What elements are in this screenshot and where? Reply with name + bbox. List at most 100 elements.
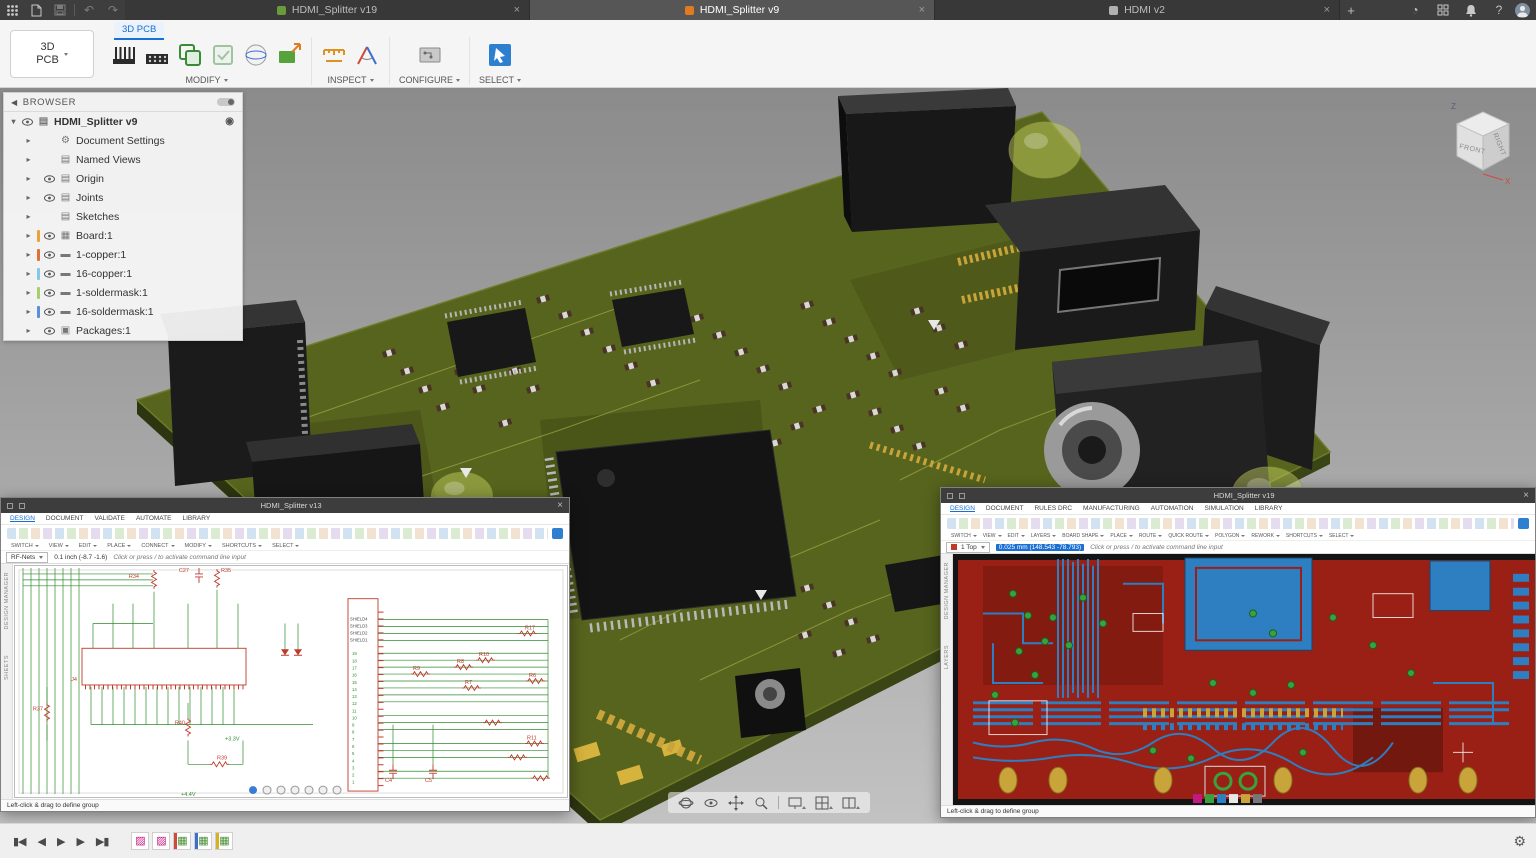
tool-group-label[interactable]: SELECT bbox=[1329, 533, 1354, 539]
side-tab-design-manager[interactable]: DESIGN MANAGER bbox=[944, 562, 950, 619]
select-icon[interactable] bbox=[487, 42, 513, 68]
group-label-configure[interactable]: CONFIGURE bbox=[399, 75, 460, 85]
browser-tree-row[interactable]: ▸ ⚙ Document Settings bbox=[4, 131, 242, 150]
zoom-icon[interactable] bbox=[753, 795, 769, 811]
select-icon[interactable] bbox=[1518, 518, 1529, 529]
browser-tree-row[interactable]: ▸ ▬ 1-soldermask:1 bbox=[4, 283, 242, 302]
tool-group-label[interactable]: SWITCH bbox=[951, 533, 977, 539]
close-icon[interactable]: × bbox=[557, 500, 563, 511]
pcb-2d-window[interactable]: HDMI_Splitter v19 × DESIGNDOCUMENTRULES … bbox=[940, 487, 1536, 818]
history-icon[interactable]: ◔ bbox=[1403, 0, 1427, 20]
window-menu-icon[interactable] bbox=[947, 493, 953, 499]
side-tab-sheets[interactable]: SHEETS bbox=[4, 655, 10, 680]
schematic-titlebar[interactable]: HDMI_Splitter v13 × bbox=[1, 498, 569, 513]
sphere-view-icon[interactable] bbox=[243, 42, 269, 68]
browser-tree-row[interactable]: ▸ ▤ Origin bbox=[4, 169, 242, 188]
workspace-switcher[interactable]: 3D PCB bbox=[10, 30, 94, 78]
command-line-input[interactable] bbox=[113, 554, 564, 561]
pcb-menu-tab[interactable]: DOCUMENT bbox=[986, 505, 1024, 512]
disclosure-collapsed-icon[interactable]: ▸ bbox=[24, 136, 33, 145]
disclosure-collapsed-icon[interactable]: ▸ bbox=[24, 155, 33, 164]
paste-component-icon[interactable] bbox=[210, 42, 236, 68]
timeline-feature-marker[interactable]: ▦ bbox=[173, 832, 191, 850]
visibility-eye-icon[interactable] bbox=[44, 327, 55, 335]
app-grid-icon[interactable] bbox=[0, 0, 24, 20]
viewport-navbar[interactable] bbox=[668, 792, 870, 813]
visibility-eye-icon[interactable] bbox=[44, 270, 55, 278]
browser-tree-row[interactable]: ▸ ▣ Packages:1 bbox=[4, 321, 242, 340]
net-class-dropdown[interactable]: RF-Nets bbox=[6, 552, 48, 563]
pcb-menu-tab[interactable]: AUTOMATION bbox=[1151, 505, 1194, 512]
tool-group-label[interactable]: PLACE bbox=[1110, 533, 1132, 539]
disclosure-collapsed-icon[interactable]: ▸ bbox=[24, 307, 33, 316]
collapse-panel-icon[interactable]: ◀ bbox=[11, 98, 18, 107]
timeline-feature-marker[interactable]: ▦ bbox=[215, 832, 233, 850]
socket-connector-icon[interactable] bbox=[144, 42, 170, 68]
visibility-eye-icon[interactable] bbox=[44, 175, 55, 183]
document-tab[interactable]: HDMI v2 × bbox=[935, 0, 1340, 20]
notifications-icon[interactable] bbox=[1459, 0, 1483, 20]
configure-board-icon[interactable] bbox=[417, 42, 443, 68]
disclosure-collapsed-icon[interactable]: ▸ bbox=[24, 288, 33, 297]
visibility-eye-icon[interactable] bbox=[22, 118, 33, 126]
timeline-feature-marker[interactable]: ▦ bbox=[194, 832, 212, 850]
browser-tree-row[interactable]: ▸ ▬ 16-soldermask:1 bbox=[4, 302, 242, 321]
apps-icon[interactable] bbox=[1431, 0, 1455, 20]
interference-icon[interactable] bbox=[354, 42, 380, 68]
disclosure-collapsed-icon[interactable]: ▸ bbox=[24, 231, 33, 240]
schematic-menu-tab[interactable]: DESIGN bbox=[10, 515, 35, 522]
play-button[interactable]: ▶ bbox=[54, 835, 67, 848]
timeline-feature-marker[interactable]: ▨ bbox=[152, 832, 170, 850]
pcb-menu-tab[interactable]: RULES DRC bbox=[1034, 505, 1072, 512]
tool-group-label[interactable]: BOARD SHAPE bbox=[1062, 533, 1104, 539]
disclosure-collapsed-icon[interactable]: ▸ bbox=[24, 250, 33, 259]
window-menu-icon[interactable] bbox=[7, 503, 13, 509]
transistor[interactable] bbox=[735, 668, 806, 738]
file-icon[interactable] bbox=[24, 0, 48, 20]
pin-header-icon[interactable] bbox=[111, 42, 137, 68]
orbit-icon[interactable] bbox=[678, 795, 694, 811]
browser-root-row[interactable]: ▾ ▤ HDMI_Splitter v9 ◉ bbox=[4, 112, 242, 131]
dome-capacitor-top[interactable] bbox=[1009, 122, 1081, 178]
step-back-button[interactable]: ◀ bbox=[35, 835, 48, 848]
display-settings-icon[interactable] bbox=[788, 795, 806, 811]
copy-component-icon[interactable] bbox=[177, 42, 203, 68]
group-label-select[interactable]: SELECT bbox=[479, 75, 521, 85]
browser-tree-row[interactable]: ▸ ▤ Named Views bbox=[4, 150, 242, 169]
undo-icon[interactable]: ↶ bbox=[77, 0, 101, 20]
tool-group-label[interactable]: LAYERS bbox=[1031, 533, 1056, 539]
group-label-modify[interactable]: MODIFY bbox=[186, 75, 228, 85]
tool-group-label[interactable]: SHORTCUTS bbox=[222, 543, 262, 549]
look-at-icon[interactable] bbox=[703, 795, 719, 811]
close-icon[interactable]: × bbox=[514, 4, 520, 16]
disclosure-collapsed-icon[interactable]: ▸ bbox=[24, 269, 33, 278]
document-tab[interactable]: HDMI_Splitter v9 × bbox=[530, 0, 935, 20]
tool-group-label[interactable]: SELECT bbox=[272, 543, 299, 549]
tool-group-label[interactable]: VIEW bbox=[983, 533, 1002, 539]
tool-group-label[interactable]: EDIT bbox=[1008, 533, 1025, 539]
disclosure-expanded-icon[interactable]: ▾ bbox=[9, 117, 18, 126]
tool-group-label[interactable]: SHORTCUTS bbox=[1286, 533, 1323, 539]
visibility-eye-icon[interactable] bbox=[44, 251, 55, 259]
select-icon[interactable] bbox=[552, 528, 563, 539]
tool-group-label[interactable]: MODIFY bbox=[185, 543, 212, 549]
disclosure-collapsed-icon[interactable]: ▸ bbox=[24, 174, 33, 183]
browser-tree-row[interactable]: ▸ ▬ 1-copper:1 bbox=[4, 245, 242, 264]
close-icon[interactable]: × bbox=[1324, 4, 1330, 16]
command-line-input[interactable] bbox=[1090, 544, 1530, 551]
browser-tree-row[interactable]: ▸ ▤ Joints bbox=[4, 188, 242, 207]
disclosure-collapsed-icon[interactable]: ▸ bbox=[24, 212, 33, 221]
pcb-menu-tab[interactable]: LIBRARY bbox=[1255, 505, 1283, 512]
pan-icon[interactable] bbox=[728, 795, 744, 811]
pcb-menu-tab[interactable]: DESIGN bbox=[950, 505, 975, 512]
browser-tree-row[interactable]: ▸ ▬ 16-copper:1 bbox=[4, 264, 242, 283]
document-tab[interactable]: HDMI_Splitter v19 × bbox=[125, 0, 530, 20]
measure-icon[interactable] bbox=[321, 42, 347, 68]
browser-tree-row[interactable]: ▸ ▤ Sketches bbox=[4, 207, 242, 226]
close-icon[interactable]: × bbox=[1523, 490, 1529, 501]
visibility-eye-icon[interactable] bbox=[44, 194, 55, 202]
visibility-eye-icon[interactable] bbox=[44, 232, 55, 240]
viewports-icon[interactable] bbox=[842, 795, 860, 811]
pcb-menu-tab[interactable]: SIMULATION bbox=[1204, 505, 1243, 512]
tool-group-label[interactable]: PLACE bbox=[107, 543, 131, 549]
